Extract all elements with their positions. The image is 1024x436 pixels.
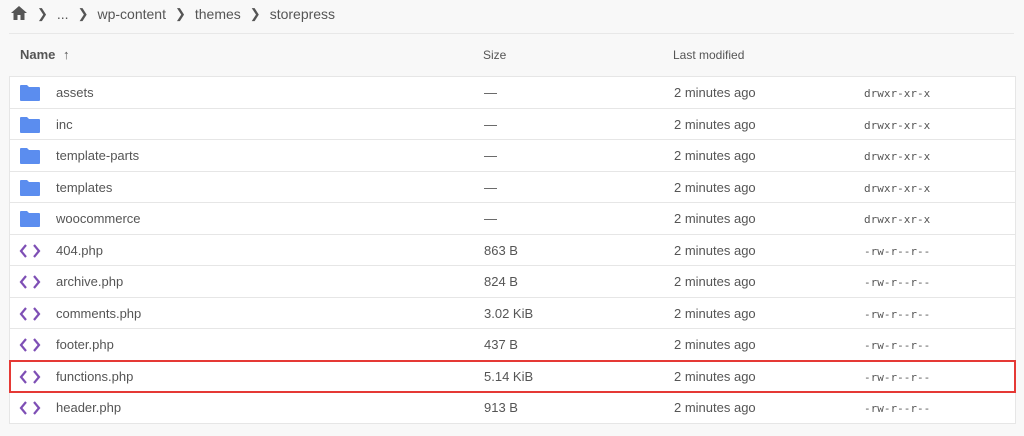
file-modified: 2 minutes ago bbox=[674, 306, 756, 321]
table-row[interactable]: 404.php 863 B 2 minutes ago -rw-r--r-- bbox=[10, 235, 1015, 267]
file-name[interactable]: footer.php bbox=[56, 337, 114, 352]
file-name[interactable]: woocommerce bbox=[56, 211, 141, 226]
file-modified: 2 minutes ago bbox=[674, 180, 756, 195]
file-size: — bbox=[484, 148, 497, 163]
code-file-icon bbox=[19, 399, 41, 417]
file-permissions[interactable]: -rw-r--r-- bbox=[864, 371, 930, 384]
file-permissions[interactable]: drwxr-xr-x bbox=[864, 119, 930, 132]
file-permissions[interactable]: -rw-r--r-- bbox=[864, 276, 930, 289]
file-permissions[interactable]: drwxr-xr-x bbox=[864, 213, 930, 226]
file-permissions[interactable]: drwxr-xr-x bbox=[864, 87, 930, 100]
file-size: — bbox=[484, 117, 497, 132]
file-size: — bbox=[484, 211, 497, 226]
file-size: 5.14 KiB bbox=[484, 369, 533, 384]
table-header: Name ↑ Size Last modified bbox=[9, 44, 1014, 66]
file-permissions[interactable]: drwxr-xr-x bbox=[864, 182, 930, 195]
file-permissions[interactable]: -rw-r--r-- bbox=[864, 245, 930, 258]
file-modified: 2 minutes ago bbox=[674, 400, 756, 415]
file-modified: 2 minutes ago bbox=[674, 369, 756, 384]
file-name[interactable]: templates bbox=[56, 180, 112, 195]
file-size: — bbox=[484, 180, 497, 195]
divider bbox=[9, 33, 1014, 34]
chevron-right-icon: ❯ bbox=[78, 6, 89, 22]
breadcrumb-item[interactable]: themes bbox=[195, 6, 241, 22]
file-name[interactable]: template-parts bbox=[56, 148, 139, 163]
code-file-icon bbox=[19, 305, 41, 323]
file-name[interactable]: header.php bbox=[56, 400, 121, 415]
code-file-icon bbox=[19, 336, 41, 354]
file-permissions[interactable]: drwxr-xr-x bbox=[864, 150, 930, 163]
table-row[interactable]: archive.php 824 B 2 minutes ago -rw-r--r-- bbox=[10, 266, 1015, 298]
table-row[interactable]: templates — 2 minutes ago drwxr-xr-x bbox=[10, 172, 1015, 204]
folder-icon bbox=[19, 210, 41, 228]
file-size: — bbox=[484, 85, 497, 100]
file-modified: 2 minutes ago bbox=[674, 337, 756, 352]
breadcrumb: ❯ ... ❯ wp-content ❯ themes ❯ storepress bbox=[10, 4, 335, 24]
file-name[interactable]: archive.php bbox=[56, 274, 123, 289]
breadcrumb-item[interactable]: ... bbox=[57, 6, 69, 22]
file-modified: 2 minutes ago bbox=[674, 211, 756, 226]
table-row[interactable]: functions.php 5.14 KiB 2 minutes ago -rw-r-… bbox=[10, 361, 1015, 393]
file-list: assets — 2 minutes ago drwxr-xr-x inc — 2 minu… bbox=[9, 76, 1016, 424]
table-row[interactable]: template-parts — 2 minutes ago drwxr-xr-x bbox=[10, 140, 1015, 172]
file-name[interactable]: inc bbox=[56, 117, 73, 132]
file-modified: 2 minutes ago bbox=[674, 85, 756, 100]
table-row[interactable]: assets — 2 minutes ago drwxr-xr-x bbox=[10, 77, 1015, 109]
table-row[interactable]: inc — 2 minutes ago drwxr-xr-x bbox=[10, 109, 1015, 141]
chevron-right-icon: ❯ bbox=[250, 6, 261, 22]
chevron-right-icon: ❯ bbox=[175, 6, 186, 22]
modified-header[interactable]: Last modified bbox=[673, 48, 744, 62]
breadcrumb-item[interactable]: storepress bbox=[270, 6, 335, 22]
table-row[interactable]: woocommerce — 2 minutes ago drwxr-xr-x bbox=[10, 203, 1015, 235]
file-size: 913 B bbox=[484, 400, 518, 415]
file-name[interactable]: functions.php bbox=[56, 369, 133, 384]
file-permissions[interactable]: -rw-r--r-- bbox=[864, 402, 930, 415]
folder-icon bbox=[19, 116, 41, 134]
file-size: 437 B bbox=[484, 337, 518, 352]
code-file-icon bbox=[19, 242, 41, 260]
chevron-right-icon: ❯ bbox=[37, 6, 48, 22]
file-name[interactable]: assets bbox=[56, 85, 94, 100]
file-modified: 2 minutes ago bbox=[674, 117, 756, 132]
table-row[interactable]: header.php 913 B 2 minutes ago -rw-r--r-- bbox=[10, 392, 1015, 424]
file-permissions[interactable]: -rw-r--r-- bbox=[864, 308, 930, 321]
breadcrumb-item[interactable]: wp-content bbox=[97, 6, 165, 22]
file-size: 824 B bbox=[484, 274, 518, 289]
folder-icon bbox=[19, 179, 41, 197]
file-permissions[interactable]: -rw-r--r-- bbox=[864, 339, 930, 352]
table-row[interactable]: footer.php 437 B 2 minutes ago -rw-r--r-- bbox=[10, 329, 1015, 361]
code-file-icon bbox=[19, 368, 41, 386]
code-file-icon bbox=[19, 273, 41, 291]
folder-icon bbox=[19, 147, 41, 165]
arrow-up-icon: ↑ bbox=[63, 47, 70, 62]
file-modified: 2 minutes ago bbox=[674, 274, 756, 289]
file-size: 3.02 KiB bbox=[484, 306, 533, 321]
file-name[interactable]: 404.php bbox=[56, 243, 103, 258]
home-icon[interactable] bbox=[10, 5, 28, 24]
size-header[interactable]: Size bbox=[483, 48, 506, 62]
sort-by-name-header[interactable]: Name ↑ bbox=[20, 47, 70, 62]
file-name[interactable]: comments.php bbox=[56, 306, 141, 321]
folder-icon bbox=[19, 84, 41, 102]
file-modified: 2 minutes ago bbox=[674, 148, 756, 163]
file-size: 863 B bbox=[484, 243, 518, 258]
file-modified: 2 minutes ago bbox=[674, 243, 756, 258]
table-row[interactable]: comments.php 3.02 KiB 2 minutes ago -rw-r--… bbox=[10, 298, 1015, 330]
